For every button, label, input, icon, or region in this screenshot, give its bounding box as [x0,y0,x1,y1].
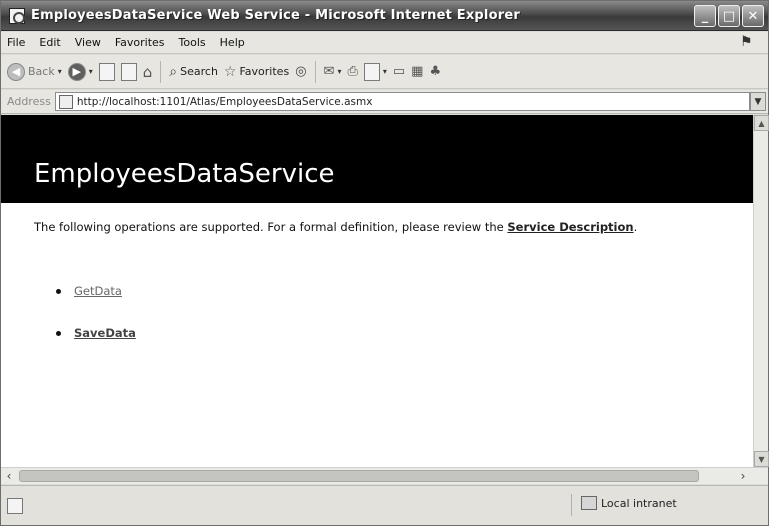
menu-view[interactable]: View [75,36,101,49]
security-zone[interactable]: Local intranet [581,496,677,510]
service-description-link[interactable]: Service Description [507,220,633,234]
zone-label: Local intranet [601,496,677,510]
menu-file[interactable]: File [7,36,25,49]
horizontal-scrollbar[interactable]: ‹ › [1,467,768,484]
edit-icon [363,62,380,81]
media-icon: ◎ [295,64,307,79]
page-heading: EmployeesDataService [16,145,753,203]
menu-bar: File Edit View Favorites Tools Help ⚑ [1,32,768,54]
search-icon: ⌕ [169,63,178,80]
operations-list: GetData SaveData [56,270,136,354]
bullet [56,330,61,336]
menu-tools[interactable]: Tools [179,36,206,49]
discuss-button[interactable]: ▭ [393,64,405,79]
operation-link-savedata[interactable]: SaveData [74,326,136,340]
toolbar-separator [314,60,316,83]
print-icon: ⎙ [347,64,358,79]
browser-window: EmployeesDataService Web Service - Micro… [0,0,769,526]
forward-button[interactable]: ▶ ▾ [67,62,93,81]
page-title: EmployeesDataService [34,159,335,189]
menu-favorites[interactable]: Favorites [115,36,165,49]
favorites-label: Favorites [239,65,290,78]
minimize-button[interactable]: _ [694,5,716,27]
status-bar: Local intranet [1,485,768,525]
operation-link-getdata[interactable]: GetData [74,284,122,298]
scroll-left-icon[interactable]: ‹ [1,468,17,484]
close-button[interactable]: ✕ [742,5,764,27]
page-content: EmployeesDataService The following opera… [1,115,753,467]
back-dropdown-icon[interactable]: ▾ [58,67,62,76]
edit-dropdown-icon[interactable]: ▾ [383,67,387,76]
star-icon: ☆ [223,63,237,80]
scroll-up-icon[interactable]: ▲ [754,115,769,131]
scroll-right-icon[interactable]: › [735,468,751,484]
list-item: SaveData [56,312,136,354]
intro-paragraph: The following operations are supported. … [34,220,724,235]
print-button[interactable]: ⎙ [347,64,357,79]
stop-button[interactable] [98,62,115,81]
scroll-thumb[interactable] [19,470,699,482]
messenger-icon: ♣ [429,64,442,79]
page-icon [58,94,73,109]
edit-button[interactable]: ▾ [363,62,387,81]
list-item: GetData [56,270,136,312]
windows-logo-icon: ⚑ [740,34,753,50]
menu-help[interactable]: Help [220,36,245,49]
address-bar: Address http://localhost:1101/Atlas/Empl… [1,90,768,114]
bullet [56,288,61,294]
discuss-icon: ▭ [392,64,406,79]
heading-band [1,115,753,145]
back-button[interactable]: ◀ Back ▾ [7,62,62,81]
page-status-icon [7,497,23,514]
home-icon: ⌂ [142,62,153,81]
forward-arrow-icon: ▶ [67,62,86,81]
messenger-button[interactable]: ♣ [429,64,441,79]
mail-button[interactable]: ✉ ▾ [324,64,342,79]
intro-text: The following operations are supported. … [34,220,504,234]
forward-dropdown-icon[interactable]: ▾ [89,67,93,76]
scroll-down-icon[interactable]: ▼ [754,451,769,467]
back-label: Back [28,65,55,78]
mail-dropdown-icon[interactable]: ▾ [337,67,341,76]
address-label: Address [7,95,51,108]
maximize-button[interactable]: □ [718,5,740,27]
status-divider [571,494,572,516]
search-button[interactable]: ⌕ Search [169,64,218,80]
window-title: EmployeesDataService Web Service - Micro… [31,8,520,23]
address-url: http://localhost:1101/Atlas/EmployeesDat… [76,95,373,108]
back-arrow-icon: ◀ [7,62,25,81]
intro-suffix: . [633,220,638,234]
title-bar[interactable]: EmployeesDataService Web Service - Micro… [1,1,768,31]
mail-icon: ✉ [323,64,335,79]
home-button[interactable]: ⌂ [143,63,153,81]
intranet-icon [581,496,597,510]
menu-edit[interactable]: Edit [39,36,60,49]
heading-band [1,145,16,203]
refresh-button[interactable] [120,62,137,81]
toolbar-separator [160,60,162,83]
research-button[interactable]: ▦ [411,64,423,79]
favorites-button[interactable]: ☆ Favorites [224,64,289,80]
research-icon: ▦ [411,64,424,79]
vertical-scrollbar[interactable]: ▲ ▼ [753,115,769,467]
media-button[interactable]: ◎ [295,64,306,79]
address-dropdown-icon[interactable]: ▼ [750,92,766,111]
standard-toolbar: ◀ Back ▾ ▶ ▾ ⌂ ⌕ Search ☆ Favorites ◎ ✉ … [1,55,768,89]
stop-icon [98,62,115,81]
refresh-icon [120,62,137,81]
address-input[interactable]: http://localhost:1101/Atlas/EmployeesDat… [54,92,750,111]
ie-app-icon[interactable] [9,7,25,24]
search-label: Search [180,65,218,78]
